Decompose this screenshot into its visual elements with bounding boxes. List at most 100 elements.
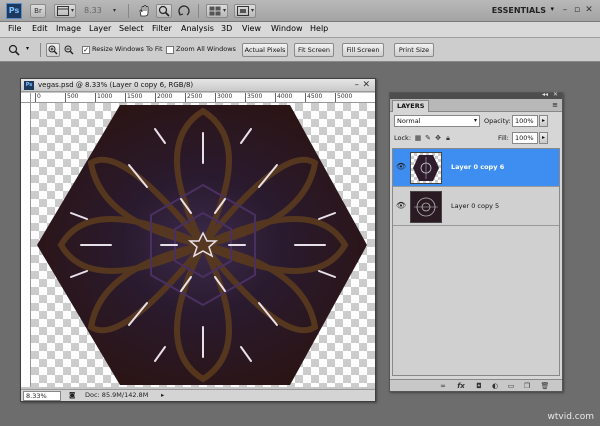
- opacity-label: Opacity:: [484, 117, 511, 125]
- chevron-down-icon: ▾: [26, 45, 30, 52]
- document-window[interactable]: Ps vegas.psd @ 8.33% (Layer 0 copy 6, RG…: [20, 78, 376, 402]
- separator: [198, 4, 199, 18]
- horizontal-ruler[interactable]: 0 500 1000 1500 2000 2500 3000 3500 4000…: [31, 93, 375, 103]
- view-extras-button[interactable]: [54, 4, 76, 18]
- document-size-info: Doc: 85.9M/142.8M: [85, 391, 149, 399]
- adjustment-layer-icon[interactable]: ◐: [490, 381, 500, 391]
- layer-row[interactable]: 👁︎ Layer 0 copy 5: [393, 188, 559, 226]
- menu-filter[interactable]: Filter: [152, 24, 172, 33]
- fill-slider-button[interactable]: ▸: [539, 132, 548, 144]
- hand-icon: [139, 5, 149, 17]
- collapse-panel-icon[interactable]: ◂◂: [542, 91, 548, 98]
- ruler-tick: [275, 93, 276, 102]
- zoom-level-field[interactable]: 8.33: [84, 6, 102, 15]
- tab-layers[interactable]: LAYERS: [392, 100, 430, 112]
- photoshop-logo: Ps: [6, 3, 22, 19]
- layer-thumbnail: [410, 152, 442, 184]
- ruler-tick: [215, 93, 216, 102]
- ruler-label: 5000: [337, 93, 353, 100]
- link-layers-icon[interactable]: ∞: [438, 381, 448, 391]
- lock-image-icon[interactable]: ✎: [424, 134, 432, 142]
- document-canvas[interactable]: [31, 103, 375, 387]
- menu-analysis[interactable]: Analysis: [181, 24, 214, 33]
- fit-screen-button[interactable]: Fit Screen: [294, 43, 334, 57]
- close-icon[interactable]: ✕: [584, 5, 594, 15]
- zoom-tool-button[interactable]: [156, 4, 172, 18]
- menu-file[interactable]: File: [8, 24, 21, 33]
- menu-bar: File Edit Image Layer Select Filter Anal…: [0, 22, 600, 38]
- layer-style-icon[interactable]: fx: [456, 381, 466, 391]
- layer-row[interactable]: 👁︎ Layer 0 copy 6: [393, 149, 559, 187]
- zoom-dropdown-button[interactable]: [104, 4, 118, 18]
- ruler-tick: [335, 93, 336, 102]
- vertical-ruler[interactable]: [21, 103, 31, 387]
- status-arrow-icon[interactable]: ▸: [161, 391, 164, 399]
- ruler-tick: [305, 93, 306, 102]
- fill-screen-button[interactable]: Fill Screen: [342, 43, 384, 57]
- zoom-in-button[interactable]: [46, 43, 60, 57]
- eye-icon[interactable]: 👁︎: [395, 201, 407, 211]
- panel-menu-icon[interactable]: ≡: [552, 101, 558, 109]
- view-extras-icon: [57, 6, 69, 16]
- ruler-label: 4000: [277, 93, 293, 100]
- minimize-icon[interactable]: –: [355, 80, 360, 90]
- kaleidoscope-artwork: [37, 105, 367, 385]
- print-size-button[interactable]: Print Size: [394, 43, 434, 57]
- zoom-icon: [158, 5, 170, 17]
- opacity-input[interactable]: 100%: [512, 115, 538, 127]
- menu-select[interactable]: Select: [119, 24, 144, 33]
- panel-tabs: LAYERS ≡: [390, 99, 562, 112]
- resize-windows-checkbox[interactable]: ✓: [82, 46, 90, 54]
- lock-position-icon[interactable]: ✥: [434, 134, 442, 142]
- hand-tool-button[interactable]: [136, 4, 152, 18]
- document-titlebar[interactable]: Ps vegas.psd @ 8.33% (Layer 0 copy 6, RG…: [21, 79, 375, 92]
- screen-mode-button[interactable]: [234, 4, 256, 18]
- ruler-tick: [35, 93, 36, 102]
- menu-help[interactable]: Help: [310, 24, 328, 33]
- menu-image[interactable]: Image: [56, 24, 81, 33]
- close-panel-icon[interactable]: ✕: [553, 91, 558, 98]
- menu-3d[interactable]: 3D: [221, 24, 232, 33]
- rotate-view-button[interactable]: [176, 4, 192, 18]
- actual-pixels-button[interactable]: Actual Pixels: [242, 43, 288, 57]
- photoshop-document-icon: Ps: [24, 81, 34, 90]
- opacity-slider-button[interactable]: ▸: [539, 115, 548, 127]
- photoshop-app: Ps Br 8.33 ESSENTIALS ▾ – ▫ ✕ File Ed: [0, 0, 600, 426]
- zoom-status-field[interactable]: 8.33%: [23, 391, 61, 401]
- menu-window[interactable]: Window: [271, 24, 303, 33]
- workspace-switcher[interactable]: ESSENTIALS: [492, 6, 546, 15]
- layer-name: Layer 0 copy 6: [451, 163, 505, 171]
- fill-input[interactable]: 100%: [512, 132, 538, 144]
- zoom-all-windows-checkbox[interactable]: [166, 46, 174, 54]
- blend-mode-select[interactable]: Normal: [394, 115, 480, 127]
- ruler-label: 3500: [247, 93, 263, 100]
- status-menu-icon[interactable]: ◙: [69, 391, 75, 399]
- lock-label: Lock:: [394, 134, 412, 142]
- menu-layer[interactable]: Layer: [89, 24, 111, 33]
- ruler-label: 0: [37, 93, 41, 100]
- ruler-label: 3000: [217, 93, 233, 100]
- close-icon[interactable]: ✕: [362, 80, 370, 90]
- rotate-view-icon: [178, 5, 190, 16]
- new-group-icon[interactable]: ▭: [506, 381, 516, 391]
- maximize-icon[interactable]: ▫: [572, 5, 582, 15]
- delete-layer-icon[interactable]: 🗑︎: [540, 381, 550, 391]
- new-layer-icon[interactable]: ❐: [522, 381, 532, 391]
- minimize-icon[interactable]: –: [560, 5, 570, 15]
- ruler-tick: [65, 93, 66, 102]
- ruler-tick: [95, 93, 96, 102]
- tool-preset-picker[interactable]: ▾: [6, 43, 36, 57]
- add-mask-icon[interactable]: ◘: [474, 381, 484, 391]
- arrange-documents-button[interactable]: [206, 4, 228, 18]
- menu-view[interactable]: View: [242, 24, 261, 33]
- zoom-out-button[interactable]: [62, 43, 76, 57]
- menu-edit[interactable]: Edit: [32, 24, 48, 33]
- bridge-button[interactable]: Br: [30, 4, 46, 18]
- eye-icon[interactable]: 👁︎: [395, 162, 407, 172]
- lock-transparency-icon[interactable]: ▦: [414, 134, 422, 142]
- zoom-status-text: 8.33%: [26, 392, 47, 400]
- zoom-all-windows-label: Zoom All Windows: [176, 45, 236, 53]
- lock-fill-row: Lock: ▦ ✎ ✥ 🔒︎ Fill: 100% ▸: [390, 131, 562, 145]
- workspace-dropdown-icon[interactable]: ▾: [550, 5, 554, 13]
- lock-all-icon[interactable]: 🔒︎: [444, 134, 452, 142]
